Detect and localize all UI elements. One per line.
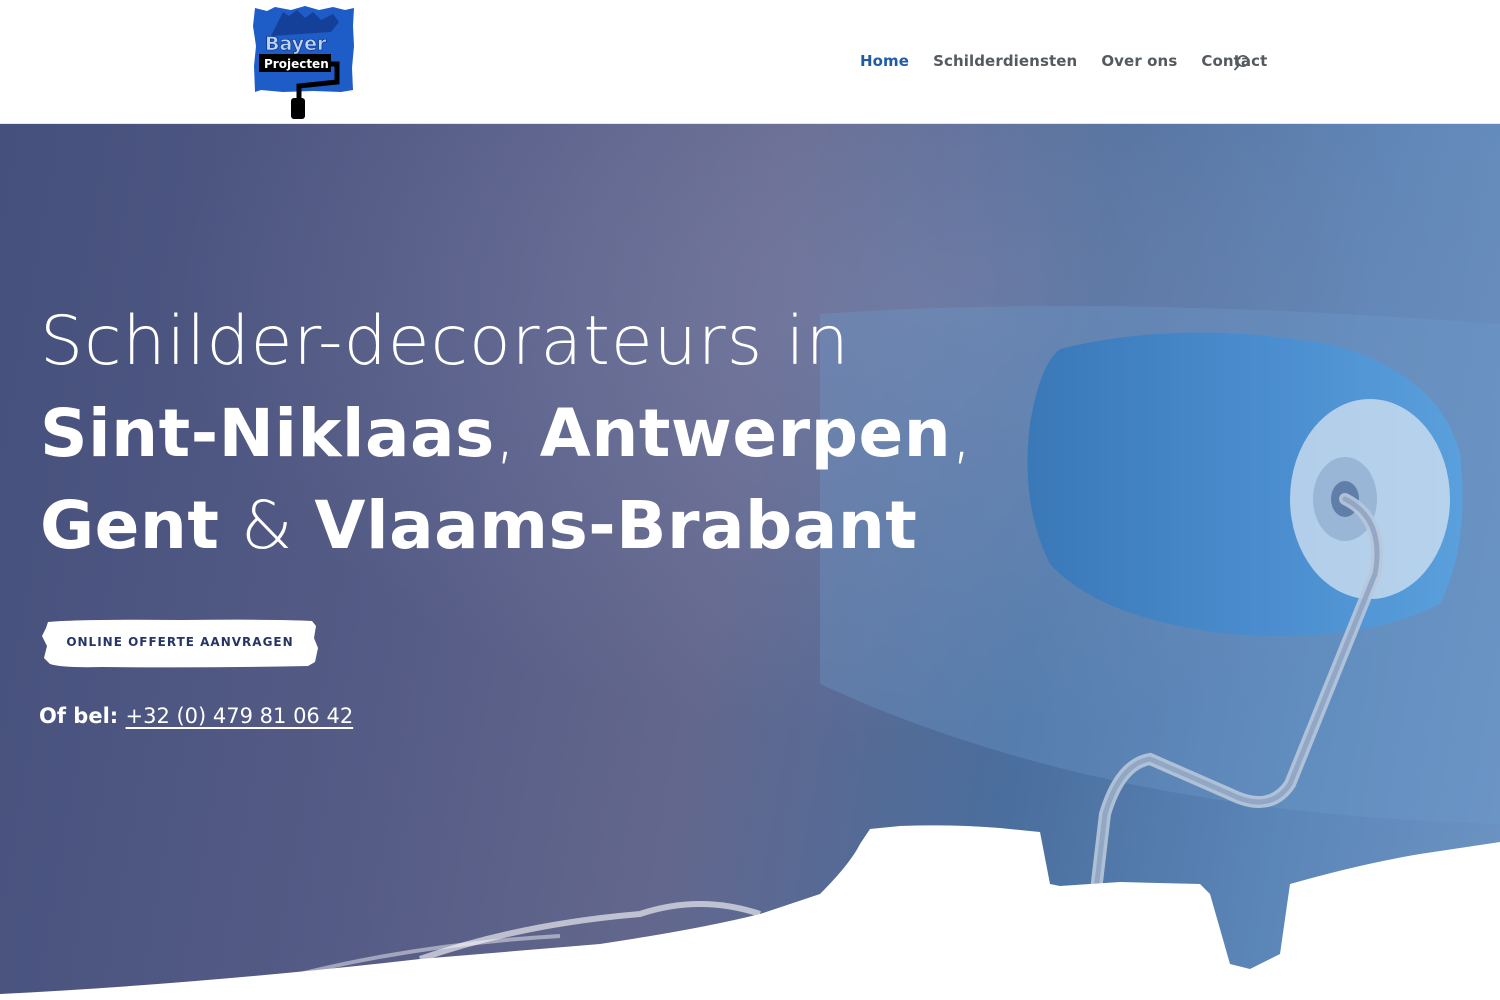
nav-over-ons[interactable]: Over ons	[1101, 52, 1177, 70]
city-gent: Gent	[40, 487, 220, 564]
hero-heading: Schilder-decorateurs in Sint-Niklaas, An…	[40, 296, 1040, 572]
svg-text:Bayer: Bayer	[265, 33, 327, 55]
logo[interactable]: Bayer Projecten	[253, 6, 355, 120]
hero-line-2: Sint-Niklaas, Antwerpen,	[40, 388, 1040, 480]
bayer-projecten-logo: Bayer Projecten	[253, 6, 354, 119]
comma: ,	[951, 395, 973, 472]
phone-number-link[interactable]: +32 (0) 479 81 06 42	[126, 704, 354, 728]
phone-colon: :	[109, 704, 126, 728]
hero-section: Schilder-decorateurs in Sint-Niklaas, An…	[0, 124, 1500, 1000]
phone-line: Of bel: +32 (0) 479 81 06 42	[39, 704, 353, 728]
city-vlaams-brabant: Vlaams-Brabant	[314, 487, 918, 564]
nav-schilderdiensten[interactable]: Schilderdiensten	[933, 52, 1077, 70]
nav-home[interactable]: Home	[860, 52, 909, 70]
hero-line-3: Gent & Vlaams-Brabant	[40, 480, 1040, 572]
quote-request-label: ONLINE OFFERTE AANVRAGEN	[66, 635, 294, 649]
phone-prefix: Of bel	[39, 704, 110, 728]
hero-line-1: Schilder-decorateurs in	[40, 302, 850, 381]
quote-request-button[interactable]: ONLINE OFFERTE AANVRAGEN	[42, 618, 318, 668]
ampersand: &	[219, 487, 315, 564]
city-antwerpen: Antwerpen	[539, 395, 952, 472]
main-nav: Home Schilderdiensten Over ons Contact	[860, 52, 1291, 70]
search-icon[interactable]	[1233, 54, 1251, 72]
comma: ,	[494, 395, 517, 472]
site-header: Bayer Projecten Home Schilderdiensten Ov…	[0, 0, 1500, 124]
city-sint-niklaas: Sint-Niklaas	[40, 395, 495, 472]
svg-text:Projecten: Projecten	[264, 57, 329, 71]
